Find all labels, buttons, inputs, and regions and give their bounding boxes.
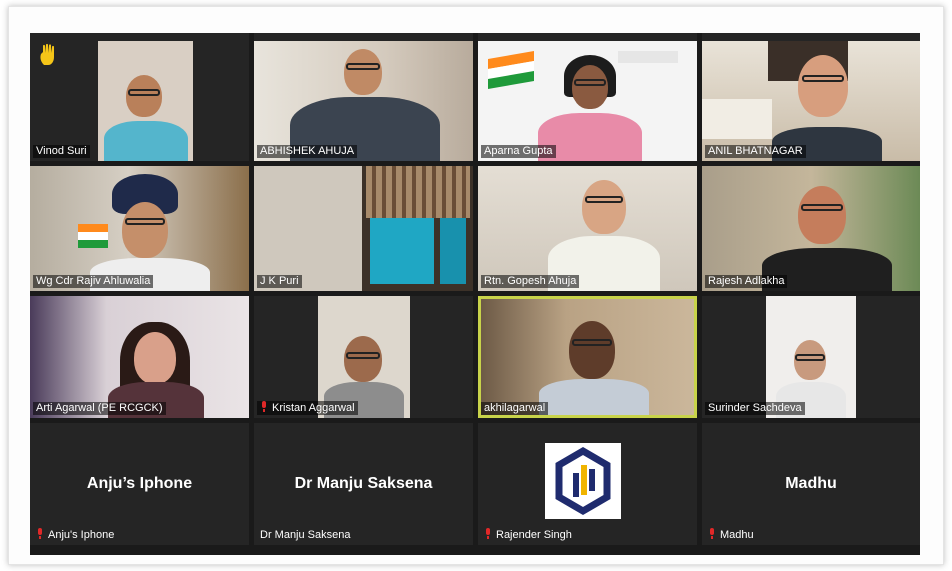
participant-name: Anju's Iphone — [33, 528, 117, 542]
muted-mic-icon — [486, 528, 490, 539]
participant-tile-11[interactable]: akhilagarwal — [478, 296, 697, 418]
participant-name: Rajender Singh — [481, 528, 575, 542]
participant-name: akhilagarwal — [481, 402, 549, 415]
participant-tile-6[interactable]: J K Puri — [254, 166, 473, 291]
muted-mic-icon — [38, 528, 42, 539]
participant-video — [481, 299, 694, 415]
participant-tile-14[interactable]: Dr Manju Saksena Dr Manju Saksena — [254, 423, 473, 545]
gallery-view: Vinod Suri ABHISHEK AHUJA Aparna Gupta A… — [30, 33, 920, 555]
participant-name: Rtn. Gopesh Ahuja — [481, 275, 580, 288]
participant-name: Kristan Aggarwal — [257, 401, 358, 415]
participant-display-name: Anju’s Iphone — [86, 475, 193, 492]
participant-tile-1[interactable]: Vinod Suri — [30, 33, 249, 161]
participant-name: Surinder Sachdeva — [705, 402, 805, 415]
participant-name: Rajesh Adlakha — [705, 275, 788, 288]
participant-tile-8[interactable]: Rajesh Adlakha — [702, 166, 920, 291]
participant-tile-13[interactable]: Anju’s Iphone Anju's Iphone — [30, 423, 249, 545]
participant-name: J K Puri — [257, 275, 302, 288]
participant-name: Aparna Gupta — [481, 145, 556, 158]
participant-video — [478, 166, 697, 291]
participant-video — [766, 296, 856, 418]
participant-name: Madhu — [705, 528, 757, 542]
muted-mic-icon — [262, 401, 266, 412]
participant-video — [30, 296, 249, 418]
participant-name: Dr Manju Saksena — [260, 529, 351, 541]
participant-tile-5[interactable]: Wg Cdr Rajiv Ahluwalia — [30, 166, 249, 291]
participant-avatar-logo — [545, 443, 621, 519]
participant-video — [318, 296, 410, 418]
participant-name: Arti Agarwal (PE RCGCK) — [33, 402, 166, 415]
participant-video — [30, 166, 249, 291]
participant-tile-12[interactable]: Surinder Sachdeva — [702, 296, 920, 418]
participant-name-text: Anju's Iphone — [48, 529, 115, 541]
participant-tile-7[interactable]: Rtn. Gopesh Ahuja — [478, 166, 697, 291]
participant-video — [254, 41, 473, 161]
participant-video — [254, 166, 473, 291]
participant-name: Wg Cdr Rajiv Ahluwalia — [33, 275, 154, 288]
participant-name-text: Madhu — [720, 529, 754, 541]
participant-tile-9[interactable]: Arti Agarwal (PE RCGCK) — [30, 296, 249, 418]
participant-display-name: Dr Manju Saksena — [294, 475, 433, 492]
participant-name-text: Rajender Singh — [496, 529, 572, 541]
participant-tile-16[interactable]: Madhu Madhu — [702, 423, 920, 545]
raised-hand-icon — [40, 43, 54, 65]
participant-tile-4[interactable]: ANIL BHATNAGAR — [702, 33, 920, 161]
participant-video — [98, 41, 193, 161]
participant-video — [702, 41, 920, 161]
participant-name: Vinod Suri — [33, 145, 90, 158]
participant-tile-10[interactable]: Kristan Aggarwal — [254, 296, 473, 418]
muted-mic-icon — [710, 528, 714, 539]
participant-tile-2[interactable]: ABHISHEK AHUJA — [254, 33, 473, 161]
participant-name-text: Kristan Aggarwal — [272, 402, 355, 414]
hexagon-logo-icon — [555, 446, 611, 516]
participant-name: ANIL BHATNAGAR — [705, 145, 806, 158]
participant-video — [702, 166, 920, 291]
participant-display-name: Madhu — [785, 475, 837, 492]
participant-tile-15[interactable]: Rajender Singh — [478, 423, 697, 545]
participant-tile-3[interactable]: Aparna Gupta — [478, 33, 697, 161]
participant-video — [478, 41, 697, 161]
participant-name: ABHISHEK AHUJA — [257, 145, 358, 158]
